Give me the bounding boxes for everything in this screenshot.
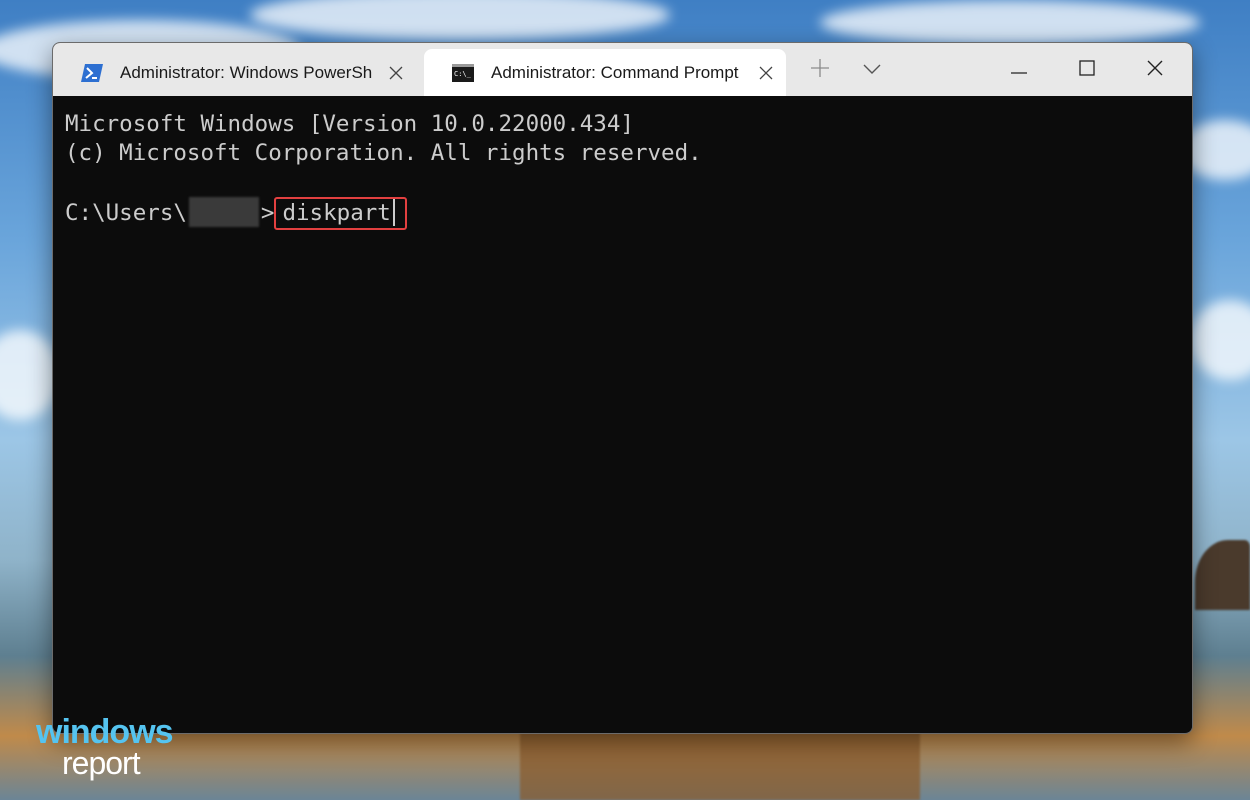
- dropdown-chevron-icon: [863, 61, 881, 79]
- logo-text-report: report: [62, 745, 141, 781]
- close-icon: [1147, 60, 1163, 81]
- terminal-line: Microsoft Windows [Version 10.0.22000.43…: [65, 111, 634, 137]
- close-window-button[interactable]: [1133, 55, 1177, 85]
- tab-command-prompt[interactable]: C:\_ Administrator: Command Prompt: [424, 49, 786, 96]
- command-prompt-icon: C:\_: [452, 63, 474, 82]
- minimize-button[interactable]: [997, 55, 1041, 85]
- powershell-icon: [81, 63, 103, 82]
- command-highlight: diskpart: [274, 197, 407, 230]
- title-bar: Administrator: Windows PowerShell C:\_ A…: [53, 43, 1192, 96]
- svg-text:C:\_: C:\_: [454, 70, 472, 78]
- new-tab-icon: [811, 58, 829, 82]
- minimize-icon: [1011, 61, 1027, 79]
- typed-command: diskpart: [282, 200, 391, 226]
- tab-close-icon[interactable]: [386, 63, 406, 83]
- new-tab-button[interactable]: [805, 55, 835, 85]
- redacted-username: [188, 197, 259, 227]
- prompt-path: C:\Users\: [65, 200, 187, 226]
- maximize-icon: [1079, 59, 1095, 81]
- tab-dropdown-button[interactable]: [857, 55, 887, 85]
- prompt-line: C:\Users\ > diskpart: [65, 197, 1180, 233]
- tab-close-icon[interactable]: [756, 63, 776, 83]
- prompt-symbol: >: [260, 200, 275, 226]
- windows-report-logo: windows report: [36, 713, 174, 781]
- tab-powershell[interactable]: Administrator: Windows PowerShell: [53, 49, 419, 96]
- tab-label: Administrator: Windows PowerShell: [120, 62, 372, 82]
- maximize-button[interactable]: [1065, 55, 1109, 85]
- terminal-window: Administrator: Windows PowerShell C:\_ A…: [52, 42, 1193, 734]
- terminal-output[interactable]: Microsoft Windows [Version 10.0.22000.43…: [53, 96, 1192, 732]
- tab-label: Administrator: Command Prompt: [491, 62, 739, 82]
- terminal-line: (c) Microsoft Corporation. All rights re…: [65, 140, 702, 166]
- logo-text-windows: windows: [36, 713, 174, 751]
- text-cursor: [392, 199, 395, 226]
